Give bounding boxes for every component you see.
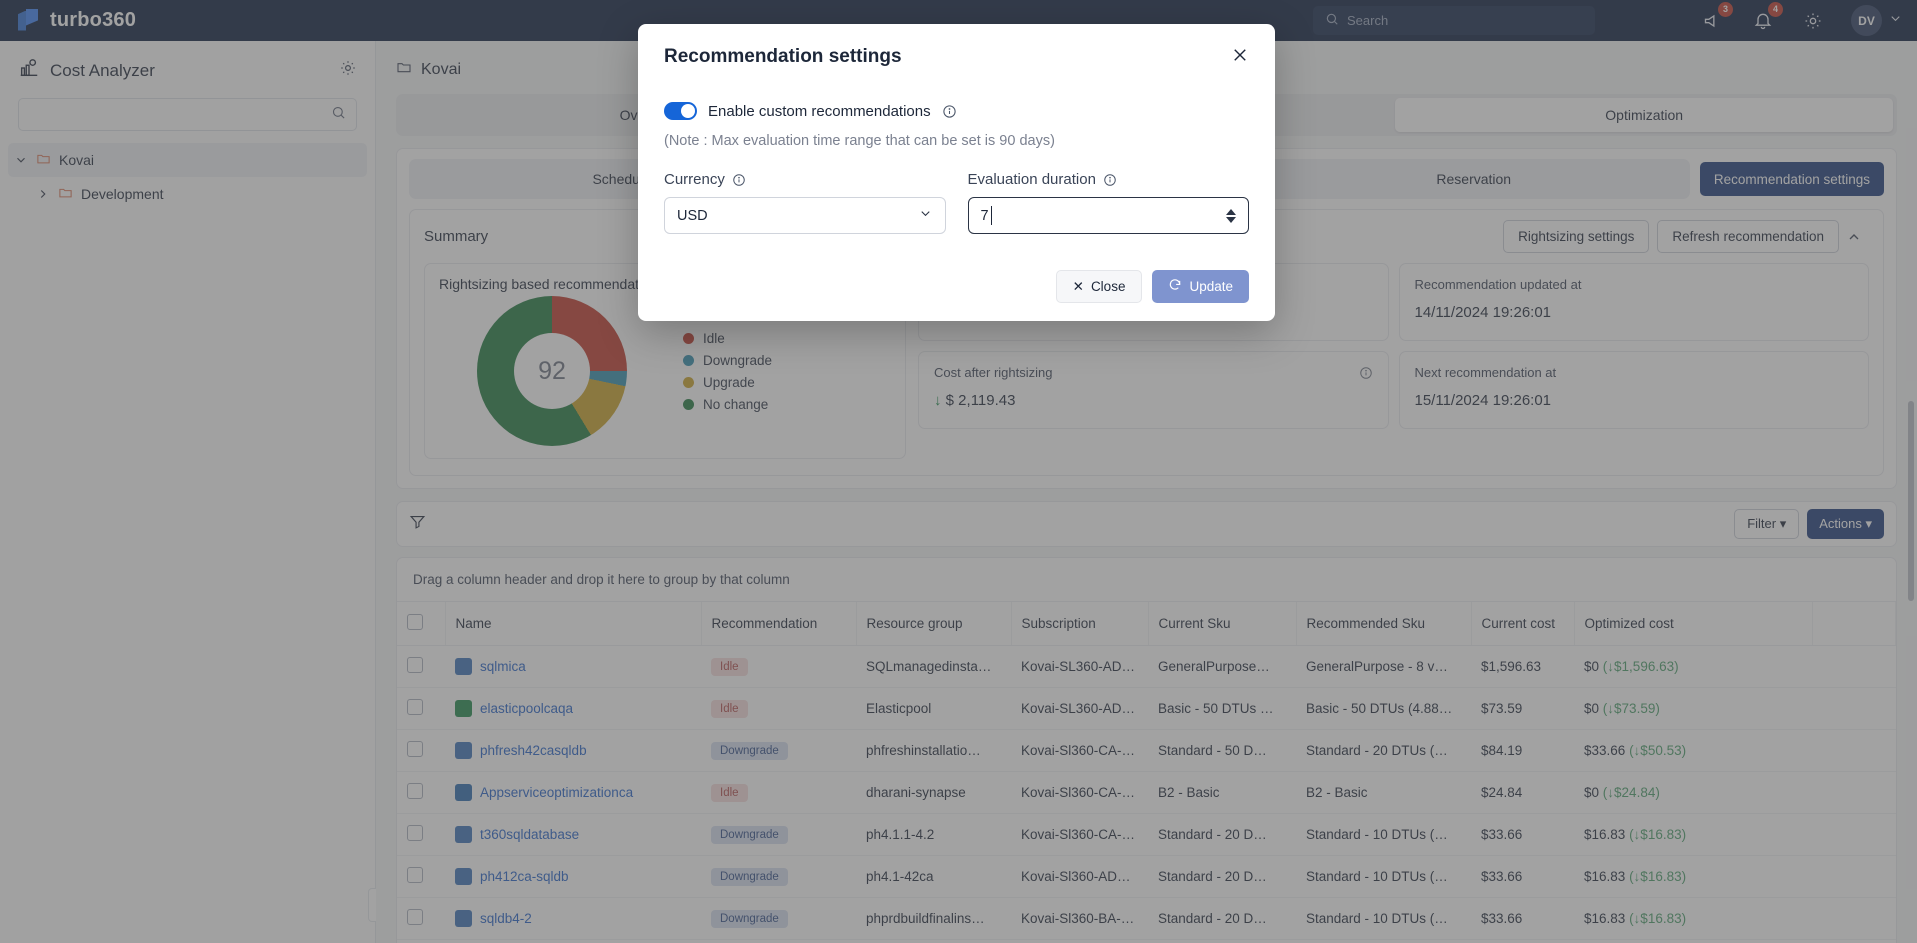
currency-label: Currency <box>664 171 725 188</box>
currency-field: Currency USD <box>664 171 946 234</box>
enable-custom-recommendations-toggle[interactable] <box>664 102 697 120</box>
dialog-header: Recommendation settings <box>664 46 1249 69</box>
info-icon[interactable] <box>732 173 746 187</box>
number-stepper[interactable] <box>1226 208 1236 223</box>
close-x-icon: ✕ <box>1072 278 1084 294</box>
evaluation-duration-label: Evaluation duration <box>967 171 1096 188</box>
close-button[interactable]: ✕ Close <box>1055 270 1143 303</box>
toggle-label: Enable custom recommendations <box>708 102 931 120</box>
enable-custom-recommendations-row: Enable custom recommendations <box>664 102 1249 120</box>
info-icon[interactable] <box>1103 173 1117 187</box>
close-button-label: Close <box>1090 279 1126 294</box>
evaluation-duration-field: Evaluation duration 7 <box>967 171 1249 234</box>
update-button-label: Update <box>1189 279 1233 294</box>
currency-value: USD <box>677 207 708 224</box>
recommendation-settings-dialog: Recommendation settings Enable custom re… <box>638 24 1275 321</box>
close-icon[interactable] <box>1231 46 1249 69</box>
chevron-down-icon <box>918 206 933 225</box>
app-root: turbo360 Search 3 4 <box>0 0 1917 943</box>
currency-select[interactable]: USD <box>664 197 946 234</box>
dialog-footer: ✕ Close Update <box>664 270 1249 303</box>
info-icon[interactable] <box>942 104 957 119</box>
evaluation-duration-input[interactable]: 7 <box>967 197 1249 234</box>
update-button[interactable]: Update <box>1152 270 1249 303</box>
evaluation-duration-value: 7 <box>980 207 989 224</box>
evaluation-note: (Note : Max evaluation time range that c… <box>664 133 1055 149</box>
dialog-fields: Currency USD Evaluation duration 7 <box>664 171 1249 234</box>
refresh-icon <box>1168 278 1182 295</box>
dialog-title: Recommendation settings <box>664 46 902 67</box>
